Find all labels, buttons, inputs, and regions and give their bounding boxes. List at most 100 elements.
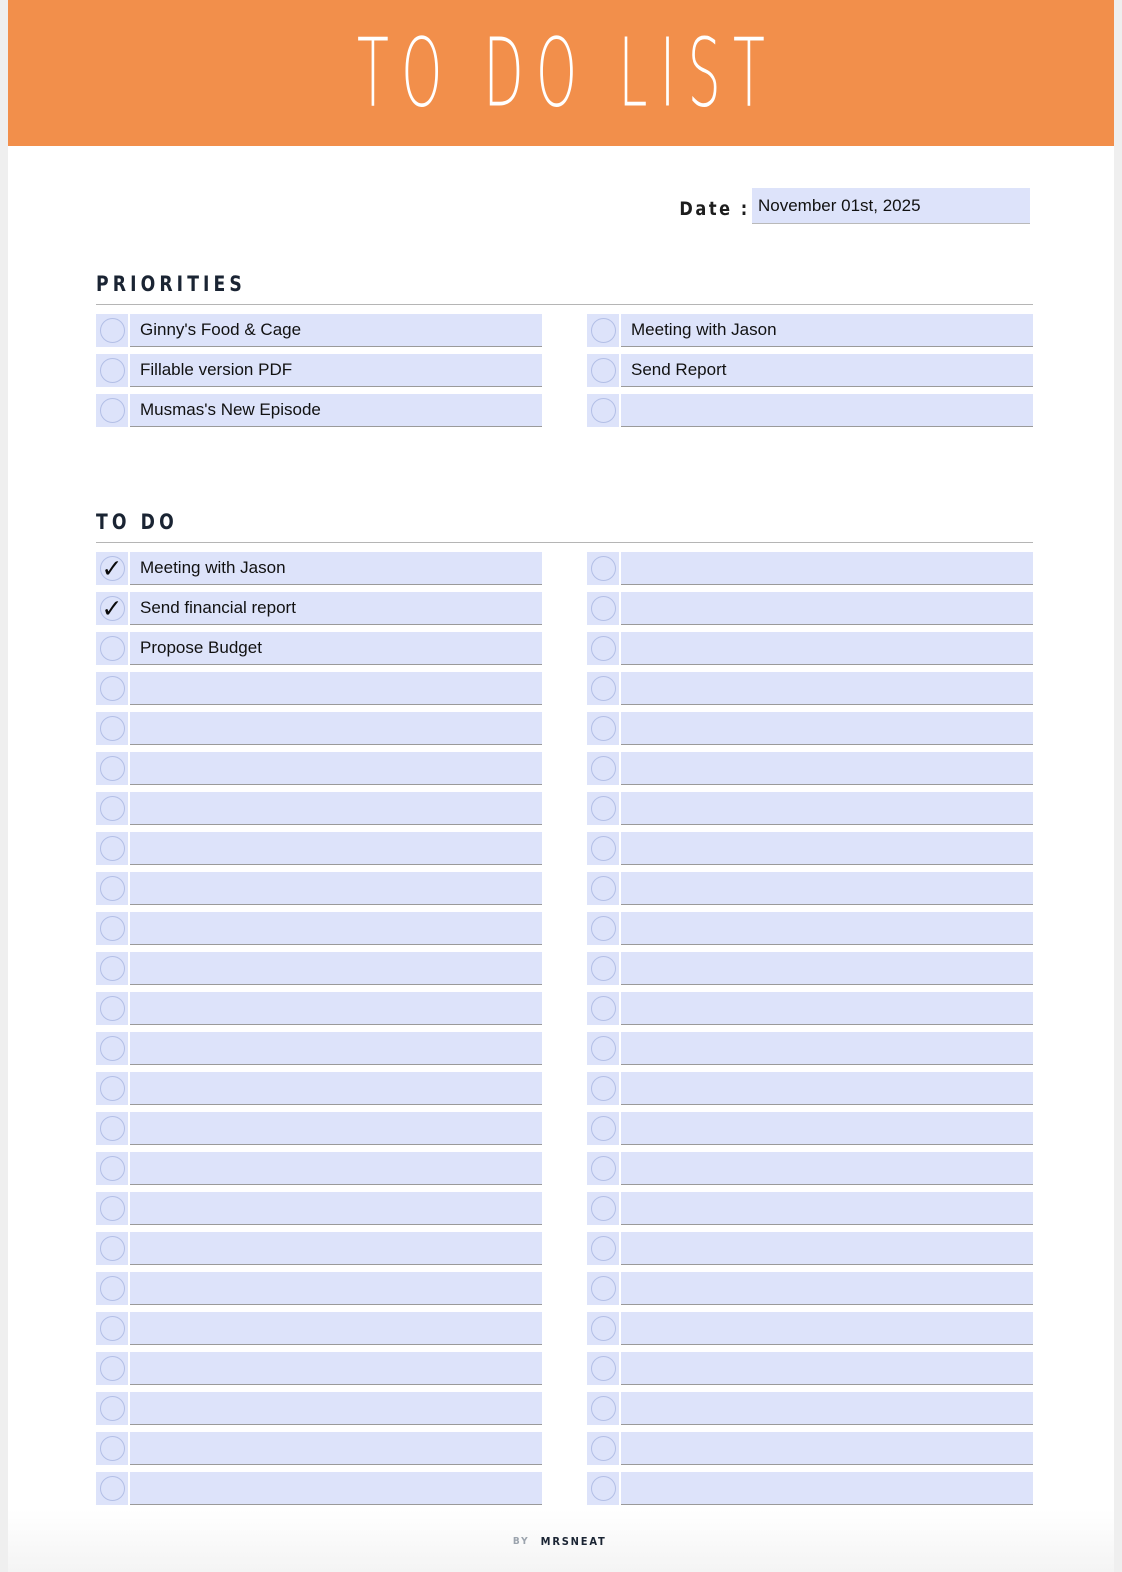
checkbox-unchecked[interactable] — [587, 672, 619, 705]
checkbox-unchecked[interactable] — [96, 1112, 128, 1145]
task-input[interactable] — [621, 992, 1033, 1025]
checkbox-unchecked[interactable] — [587, 1152, 619, 1185]
task-input[interactable] — [130, 872, 542, 905]
checkbox-unchecked[interactable] — [587, 314, 619, 347]
checkbox-unchecked[interactable] — [96, 1232, 128, 1265]
checkbox-unchecked[interactable] — [587, 354, 619, 387]
checkbox-unchecked[interactable] — [587, 952, 619, 985]
task-input[interactable]: Send Report — [621, 354, 1033, 387]
checkbox-unchecked[interactable] — [587, 712, 619, 745]
checkbox-unchecked[interactable] — [96, 1072, 128, 1105]
checkbox-unchecked[interactable] — [96, 712, 128, 745]
checkbox-unchecked[interactable] — [587, 1272, 619, 1305]
task-input[interactable] — [130, 1192, 542, 1225]
checkbox-unchecked[interactable] — [96, 1192, 128, 1225]
task-input[interactable] — [130, 1112, 542, 1145]
task-input[interactable] — [130, 1152, 542, 1185]
checkbox-unchecked[interactable] — [587, 1192, 619, 1225]
checkbox-unchecked[interactable] — [96, 354, 128, 387]
task-input[interactable] — [130, 1312, 542, 1345]
task-input[interactable] — [130, 1272, 542, 1305]
checkbox-unchecked[interactable] — [587, 632, 619, 665]
checkbox-unchecked[interactable] — [96, 1432, 128, 1465]
task-input[interactable] — [621, 872, 1033, 905]
task-input[interactable] — [130, 672, 542, 705]
task-input[interactable] — [130, 1432, 542, 1465]
task-input[interactable]: Musmas's New Episode — [130, 394, 542, 427]
task-input[interactable] — [130, 1232, 542, 1265]
checkbox-unchecked[interactable] — [587, 1472, 619, 1505]
task-input[interactable]: Propose Budget — [130, 632, 542, 665]
checkbox-unchecked[interactable] — [96, 832, 128, 865]
checkbox-unchecked[interactable] — [587, 792, 619, 825]
checkbox-unchecked[interactable] — [96, 1472, 128, 1505]
checkbox-checked[interactable]: ✓ — [96, 592, 128, 625]
task-input[interactable] — [621, 1352, 1033, 1385]
checkbox-unchecked[interactable] — [587, 592, 619, 625]
checkbox-unchecked[interactable] — [587, 832, 619, 865]
checkbox-unchecked[interactable] — [96, 992, 128, 1025]
task-input[interactable] — [621, 552, 1033, 585]
task-input[interactable] — [621, 1152, 1033, 1185]
checkbox-unchecked[interactable] — [96, 672, 128, 705]
checkbox-unchecked[interactable] — [587, 992, 619, 1025]
task-input[interactable] — [621, 632, 1033, 665]
date-input[interactable]: November 01st, 2025 — [752, 188, 1030, 224]
task-input[interactable] — [130, 792, 542, 825]
task-input[interactable] — [621, 712, 1033, 745]
checkbox-unchecked[interactable] — [587, 1312, 619, 1345]
task-input[interactable] — [130, 832, 542, 865]
task-input[interactable] — [621, 1072, 1033, 1105]
checkbox-unchecked[interactable] — [587, 1352, 619, 1385]
task-input[interactable] — [130, 952, 542, 985]
task-input[interactable] — [621, 832, 1033, 865]
task-input[interactable] — [130, 1032, 542, 1065]
task-input[interactable] — [130, 1352, 542, 1385]
checkbox-unchecked[interactable] — [587, 1032, 619, 1065]
checkbox-unchecked[interactable] — [96, 872, 128, 905]
checkbox-unchecked[interactable] — [587, 1112, 619, 1145]
task-input[interactable] — [621, 1192, 1033, 1225]
checkbox-unchecked[interactable] — [587, 552, 619, 585]
checkbox-unchecked[interactable] — [96, 1392, 128, 1425]
checkbox-unchecked[interactable] — [587, 394, 619, 427]
task-input[interactable] — [621, 672, 1033, 705]
checkbox-unchecked[interactable] — [96, 912, 128, 945]
checkbox-unchecked[interactable] — [587, 1432, 619, 1465]
checkbox-unchecked[interactable] — [96, 394, 128, 427]
checkbox-unchecked[interactable] — [96, 952, 128, 985]
task-input[interactable] — [621, 1112, 1033, 1145]
task-input[interactable] — [621, 1472, 1033, 1505]
task-input[interactable] — [130, 992, 542, 1025]
task-input[interactable]: Meeting with Jason — [130, 552, 542, 585]
task-input[interactable] — [130, 1472, 542, 1505]
task-input[interactable] — [130, 912, 542, 945]
task-input[interactable] — [621, 792, 1033, 825]
checkbox-unchecked[interactable] — [96, 1152, 128, 1185]
checkbox-unchecked[interactable] — [587, 1232, 619, 1265]
task-input[interactable]: Fillable version PDF — [130, 354, 542, 387]
task-input[interactable] — [621, 912, 1033, 945]
checkbox-unchecked[interactable] — [96, 1352, 128, 1385]
task-input[interactable] — [621, 1272, 1033, 1305]
task-input[interactable] — [130, 1072, 542, 1105]
checkbox-unchecked[interactable] — [96, 1272, 128, 1305]
task-input[interactable] — [621, 752, 1033, 785]
task-input[interactable] — [130, 712, 542, 745]
checkbox-unchecked[interactable] — [587, 752, 619, 785]
checkbox-unchecked[interactable] — [587, 872, 619, 905]
task-input[interactable] — [130, 1392, 542, 1425]
task-input[interactable]: Ginny's Food & Cage — [130, 314, 542, 347]
checkbox-unchecked[interactable] — [587, 1392, 619, 1425]
checkbox-unchecked[interactable] — [96, 1032, 128, 1065]
task-input[interactable] — [621, 952, 1033, 985]
task-input[interactable] — [621, 1392, 1033, 1425]
checkbox-checked[interactable]: ✓ — [96, 552, 128, 585]
checkbox-unchecked[interactable] — [96, 314, 128, 347]
checkbox-unchecked[interactable] — [587, 1072, 619, 1105]
checkbox-unchecked[interactable] — [96, 792, 128, 825]
task-input[interactable] — [621, 1232, 1033, 1265]
checkbox-unchecked[interactable] — [587, 912, 619, 945]
task-input[interactable] — [621, 1312, 1033, 1345]
task-input[interactable] — [621, 394, 1033, 427]
